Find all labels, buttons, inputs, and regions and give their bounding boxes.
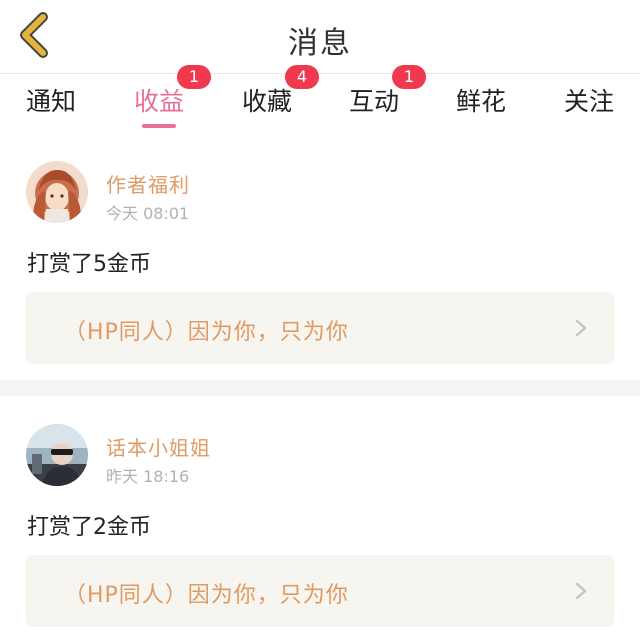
top-bar: 消息	[0, 0, 640, 74]
sender-name[interactable]: 话本小姐姐	[106, 432, 211, 461]
divider	[0, 380, 640, 396]
photo-avatar-icon	[26, 424, 88, 486]
chevron-right-icon	[575, 319, 587, 337]
work-link[interactable]: （HP同人）因为你，只为你	[26, 292, 614, 364]
sender-name[interactable]: 作者福利	[106, 169, 190, 198]
tab-label: 通知	[25, 87, 76, 116]
work-title: （HP同人）因为你，只为你	[64, 583, 349, 608]
timestamp: 今天 08:01	[106, 204, 190, 223]
unread-badge: 1	[392, 65, 426, 89]
message-card: 作者福利 今天 08:01 打赏了5金币 （HP同人）因为你，只为你	[0, 133, 640, 380]
anime-girl-avatar-icon	[26, 161, 88, 223]
message-text: 打赏了5金币	[27, 252, 151, 277]
message-text: 打赏了2金币	[27, 515, 151, 540]
tab-earnings[interactable]: 收益 1	[104, 65, 214, 133]
tab-interactions[interactable]: 互动 1	[319, 65, 429, 133]
unread-badge: 4	[285, 65, 319, 89]
avatar[interactable]	[26, 161, 88, 223]
chevron-right-icon	[575, 582, 587, 600]
tab-label: 收藏	[241, 87, 292, 116]
unread-badge: 1	[177, 65, 211, 89]
tab-flowers[interactable]: 鲜花	[426, 75, 536, 133]
tab-label: 收益	[133, 87, 184, 116]
tab-following[interactable]: 关注	[534, 75, 640, 133]
work-title: （HP同人）因为你，只为你	[64, 320, 349, 345]
timestamp: 昨天 18:16	[106, 467, 190, 486]
active-tab-indicator	[142, 124, 176, 128]
tab-label: 鲜花	[455, 87, 506, 116]
message-card: 话本小姐姐 昨天 18:16 打赏了2金币 （HP同人）因为你，只为你	[0, 396, 640, 643]
work-link[interactable]: （HP同人）因为你，只为你	[26, 555, 614, 627]
tab-favorites[interactable]: 收藏 4	[212, 65, 322, 133]
avatar[interactable]	[26, 424, 88, 486]
tab-label: 互动	[348, 87, 399, 116]
tab-bar: 通知 收益 1 收藏 4 互动 1 鲜花 关注	[0, 65, 640, 133]
tab-notifications[interactable]: 通知	[0, 75, 106, 133]
tab-label: 关注	[563, 87, 614, 116]
page-title: 消息	[288, 26, 352, 61]
